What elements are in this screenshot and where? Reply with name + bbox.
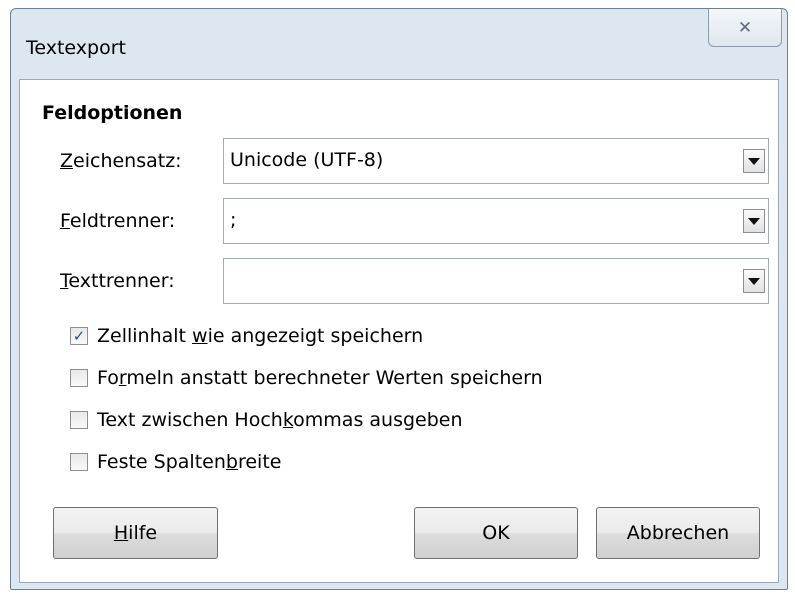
charset-combobox[interactable]: Unicode (UTF-8) xyxy=(223,138,769,184)
chevron-down-icon xyxy=(748,277,760,285)
field-separator-dropdown-button[interactable] xyxy=(743,209,765,233)
window-title: Textexport xyxy=(26,37,126,59)
fixed-width-label: Feste Spaltenbreite xyxy=(97,451,282,473)
chevron-down-icon xyxy=(748,157,760,165)
fixed-width-option[interactable]: Feste Spaltenbreite xyxy=(70,449,281,475)
ok-button[interactable]: OK xyxy=(414,507,578,559)
chevron-down-icon xyxy=(748,217,760,225)
section-title-feldoptionen: Feldoptionen xyxy=(42,102,183,124)
charset-value: Unicode (UTF-8) xyxy=(230,149,384,171)
save-formulas-checkbox[interactable] xyxy=(70,369,88,387)
save-as-shown-option[interactable]: ✓ Zellinhalt wie angezeigt speichern xyxy=(70,323,423,349)
field-separator-value: ; xyxy=(230,209,237,231)
close-button[interactable]: ✕ xyxy=(708,9,782,47)
help-button-label: Hilfe xyxy=(113,522,158,544)
save-formulas-label: Formeln anstatt berechneter Werten speic… xyxy=(97,367,543,389)
fixed-width-checkbox[interactable] xyxy=(70,453,88,471)
close-icon: ✕ xyxy=(737,17,753,38)
dialog-body: Feldoptionen Zeichensatz: Unicode (UTF-8… xyxy=(19,79,779,583)
text-delimiter-label-text: exttrenner: xyxy=(68,270,175,292)
dialog-window: Textexport ✕ Feldoptionen Zeichensatz: U… xyxy=(10,8,788,590)
quote-text-label: Text zwischen Hochkommas ausgeben xyxy=(97,409,463,431)
help-button[interactable]: Hilfe xyxy=(53,507,218,559)
text-delimiter-combobox[interactable] xyxy=(223,258,769,304)
save-formulas-option[interactable]: Formeln anstatt berechneter Werten speic… xyxy=(70,365,543,391)
charset-dropdown-button[interactable] xyxy=(743,149,765,173)
charset-label-text: eichensatz: xyxy=(73,150,182,172)
text-delimiter-label: Texttrenner: xyxy=(60,270,175,292)
field-separator-label-text: eldtrenner: xyxy=(69,210,176,232)
cancel-button[interactable]: Abbrechen xyxy=(596,507,760,559)
save-as-shown-label: Zellinhalt wie angezeigt speichern xyxy=(97,325,424,347)
cancel-button-label: Abbrechen xyxy=(626,522,730,544)
charset-label: Zeichensatz: xyxy=(60,150,182,172)
quote-text-checkbox[interactable] xyxy=(70,411,88,429)
checkmark-icon: ✓ xyxy=(72,326,86,345)
field-separator-combobox[interactable]: ; xyxy=(223,198,769,244)
text-delimiter-dropdown-button[interactable] xyxy=(743,269,765,293)
field-separator-label: Feldtrenner: xyxy=(60,210,176,232)
quote-text-option[interactable]: Text zwischen Hochkommas ausgeben xyxy=(70,407,463,433)
title-bar: Textexport ✕ xyxy=(11,9,787,79)
save-as-shown-checkbox[interactable]: ✓ xyxy=(70,327,88,345)
ok-button-label: OK xyxy=(482,522,510,544)
